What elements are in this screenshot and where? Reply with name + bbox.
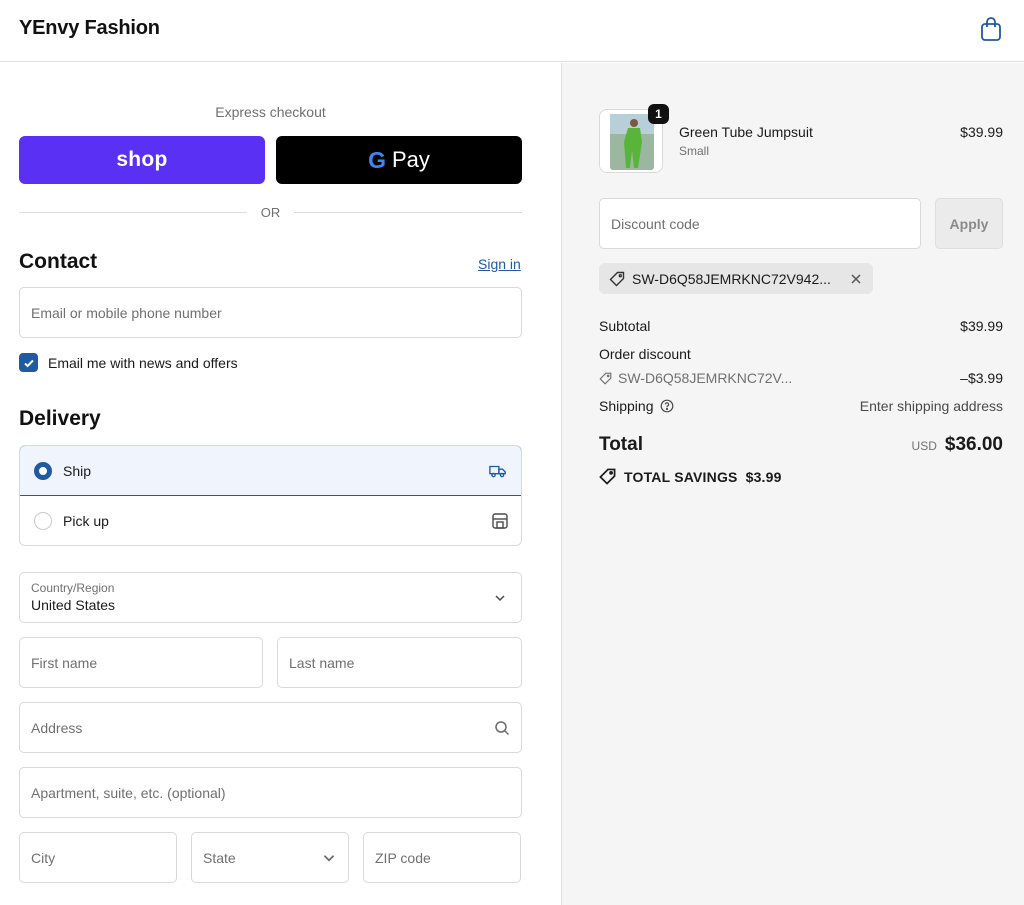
close-icon[interactable] bbox=[849, 272, 863, 286]
store-icon bbox=[492, 513, 508, 529]
or-divider: OR bbox=[19, 204, 522, 220]
product-variant: Small bbox=[679, 144, 710, 158]
tag-icon bbox=[609, 271, 625, 286]
subtotal-value: $39.99 bbox=[960, 318, 1003, 334]
order-discount-detail-row: SW-D6Q58JEMRKNC72V... –$3.99 bbox=[599, 370, 1003, 386]
total-savings-value: $3.99 bbox=[745, 468, 782, 485]
total-row: Total USD $36.00 bbox=[599, 434, 1003, 456]
quantity-badge: 1 bbox=[648, 104, 669, 124]
first-name-field[interactable]: First name bbox=[19, 637, 263, 688]
order-discount-value: –$3.99 bbox=[960, 370, 1003, 386]
delivery-option-pickup[interactable]: Pick up bbox=[20, 496, 521, 545]
total-currency: USD bbox=[911, 439, 937, 453]
newsletter-checkbox[interactable] bbox=[19, 353, 38, 372]
delivery-heading: Delivery bbox=[19, 407, 101, 430]
shipping-row: Shipping Enter shipping address bbox=[599, 398, 1003, 414]
checkout-header: YEnvy Fashion bbox=[0, 0, 1024, 62]
chevron-down-icon bbox=[323, 854, 335, 861]
tag-icon bbox=[599, 468, 616, 485]
total-savings-label: TOTAL SAVINGS bbox=[624, 468, 738, 485]
total-label: Total bbox=[599, 434, 643, 455]
delivery-method-group: Ship Pick up bbox=[19, 445, 522, 546]
country-select[interactable]: Country/Region United States bbox=[19, 572, 522, 623]
pickup-radio[interactable] bbox=[34, 512, 52, 530]
google-pay-label: Pay bbox=[391, 147, 430, 172]
ship-radio[interactable] bbox=[34, 461, 52, 480]
shop-pay-button[interactable]: shop bbox=[19, 136, 265, 184]
country-label: Country/Region bbox=[31, 581, 115, 595]
store-logo[interactable]: YEnvy Fashion bbox=[19, 17, 160, 40]
help-circle-icon[interactable] bbox=[660, 399, 674, 413]
sign-in-link[interactable]: Sign in bbox=[478, 256, 521, 272]
order-discount-code: SW-D6Q58JEMRKNC72V... bbox=[618, 370, 793, 386]
newsletter-label: Email me with news and offers bbox=[48, 354, 238, 371]
chevron-down-icon bbox=[495, 595, 505, 602]
total-value: $36.00 bbox=[944, 434, 1003, 455]
order-discount-label: Order discount bbox=[599, 346, 691, 362]
delivery-option-ship[interactable]: Ship bbox=[20, 446, 521, 496]
truck-icon bbox=[489, 465, 506, 477]
tag-icon bbox=[599, 372, 612, 385]
shipping-value: Enter shipping address bbox=[859, 398, 1003, 414]
newsletter-row: Email me with news and offers bbox=[19, 353, 238, 372]
discount-code-input[interactable]: Discount code bbox=[599, 198, 921, 249]
zip-field[interactable]: ZIP code bbox=[363, 832, 521, 883]
shopping-bag-icon[interactable] bbox=[979, 16, 1003, 42]
apply-discount-button[interactable]: Apply bbox=[935, 198, 1003, 249]
order-discount-row: Order discount bbox=[599, 346, 1003, 362]
applied-discount-code: SW-D6Q58JEMRKNC72V942... bbox=[632, 270, 831, 287]
search-icon bbox=[495, 720, 510, 735]
last-name-field[interactable]: Last name bbox=[277, 637, 522, 688]
apartment-field[interactable]: Apartment, suite, etc. (optional) bbox=[19, 767, 522, 818]
subtotal-row: Subtotal $39.99 bbox=[599, 318, 1003, 334]
google-pay-button[interactable]: G Pay bbox=[276, 136, 522, 184]
shipping-label: Shipping bbox=[599, 398, 654, 414]
express-checkout-title: Express checkout bbox=[215, 104, 326, 120]
shop-pay-label: shop bbox=[116, 148, 168, 171]
email-field[interactable]: Email or mobile phone number bbox=[19, 287, 522, 338]
country-value: United States bbox=[31, 597, 116, 613]
applied-discount-chip: SW-D6Q58JEMRKNC72V942... bbox=[599, 263, 873, 294]
product-price: $39.99 bbox=[960, 124, 1003, 140]
contact-heading: Contact bbox=[19, 250, 98, 273]
total-savings-row: TOTAL SAVINGS $3.99 bbox=[599, 468, 782, 485]
state-select[interactable]: State bbox=[191, 832, 349, 883]
google-logo-icon: G bbox=[368, 146, 386, 173]
address-field[interactable]: Address bbox=[19, 702, 522, 753]
subtotal-label: Subtotal bbox=[599, 318, 651, 334]
product-name: Green Tube Jumpsuit bbox=[679, 124, 813, 140]
city-field[interactable]: City bbox=[19, 832, 177, 883]
